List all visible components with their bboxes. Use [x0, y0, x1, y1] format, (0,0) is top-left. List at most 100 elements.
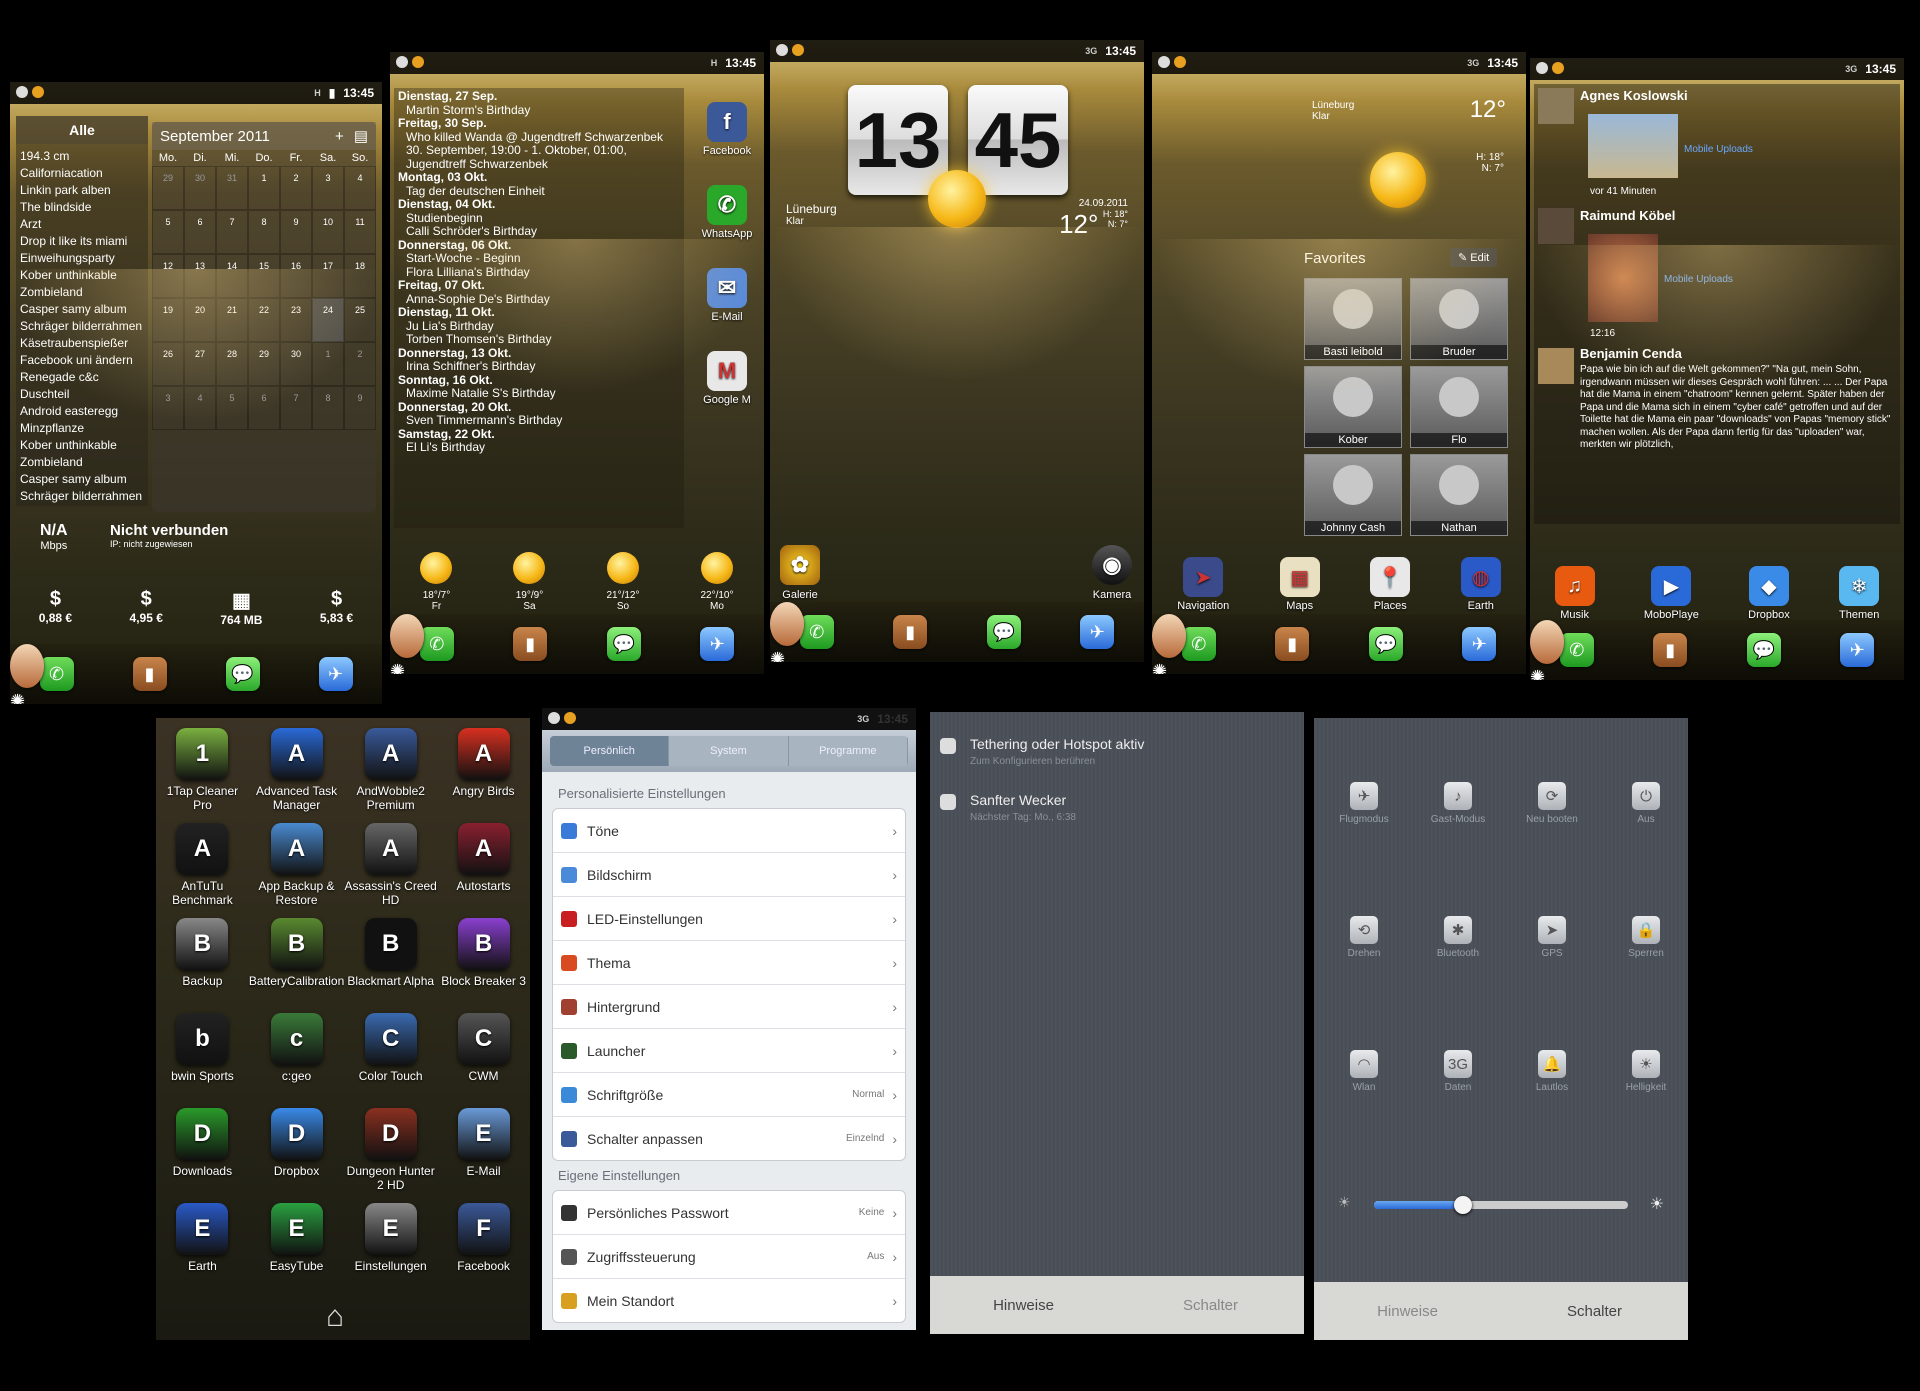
- agenda-event[interactable]: 30. September, 19:00 - 1. Oktober, 01:00…: [398, 144, 680, 158]
- app-drawer-icon[interactable]: ✺: [770, 602, 804, 662]
- settings-row[interactable]: Launcher ›: [553, 1029, 905, 1073]
- calendar-day[interactable]: 3: [152, 386, 184, 430]
- drawer-app[interactable]: C Color Touch: [344, 1013, 437, 1108]
- drawer-app[interactable]: F Facebook: [437, 1203, 530, 1298]
- app-shortcut[interactable]: ◆ Dropbox: [1748, 566, 1790, 621]
- list-item[interactable]: Casper samy album: [20, 301, 144, 318]
- agenda-event[interactable]: Martin Storm's Birthday: [398, 104, 680, 118]
- calendar-day[interactable]: 2: [280, 166, 312, 210]
- app-shortcut[interactable]: ❄ Themen: [1839, 566, 1879, 621]
- drawer-app[interactable]: B Backup: [156, 918, 249, 1013]
- tab-persoenlich[interactable]: Persönlich: [550, 736, 670, 766]
- toggle-wlan[interactable]: ◠ Wlan: [1334, 1050, 1394, 1093]
- calendar-day[interactable]: 22: [248, 298, 280, 342]
- favorite-contact[interactable]: Basti leibold: [1304, 278, 1402, 360]
- agenda-date[interactable]: Donnerstag, 06 Okt.: [398, 239, 680, 253]
- favorite-contact[interactable]: Flo: [1410, 366, 1508, 448]
- toggle-aus[interactable]: ⏻ Aus: [1616, 782, 1676, 825]
- agenda-event[interactable]: Who killed Wanda @ Jugendtreff Schwarzen…: [398, 131, 680, 145]
- app-shortcut[interactable]: M Google M: [703, 351, 751, 406]
- tab-schalter[interactable]: Schalter: [1501, 1282, 1688, 1340]
- agenda-date[interactable]: Donnerstag, 13 Okt.: [398, 347, 680, 361]
- browser-icon[interactable]: ✈: [1462, 627, 1497, 661]
- calendar-grid[interactable]: 29 30 31 1 2 3 4 5 6 7 8 9 10 11 12 13 14 15 16 17 18 19 20 21 2…: [152, 166, 376, 430]
- calendar-day[interactable]: 3: [312, 166, 344, 210]
- calendar-day[interactable]: 23: [280, 298, 312, 342]
- todo-widget[interactable]: Alle 194.3 cm Californiacation Linkin park…: [16, 116, 148, 506]
- calendar-day[interactable]: 19: [152, 298, 184, 342]
- clock-hour[interactable]: 13: [848, 85, 948, 195]
- browser-icon[interactable]: ✈: [318, 657, 353, 691]
- list-item[interactable]: Käsetraubenspießer: [20, 335, 144, 352]
- app-drawer-icon[interactable]: ✺: [1152, 614, 1186, 674]
- calendar-day[interactable]: 30: [184, 166, 216, 210]
- list-item[interactable]: Linkin park alben: [20, 182, 144, 199]
- toggle-lautlos[interactable]: 🔔 Lautlos: [1522, 1050, 1582, 1093]
- calendar-day[interactable]: 8: [312, 386, 344, 430]
- tab-schalter[interactable]: Schalter: [1117, 1276, 1304, 1334]
- calendar-widget[interactable]: September 2011 + ▤ Mo. Di. Mi. Do. Fr. Sa. So. 2…: [152, 122, 376, 512]
- list-item[interactable]: The blindside: [20, 199, 144, 216]
- list-item[interactable]: Zombieland: [20, 284, 144, 301]
- settings-row[interactable]: Bildschirm ›: [553, 853, 905, 897]
- app-shortcut[interactable]: ◍ Earth: [1460, 557, 1501, 612]
- notification-item[interactable]: Tethering oder Hotspot aktiv Zum Konfigur…: [940, 736, 1294, 767]
- calendar-day[interactable]: 5: [216, 386, 248, 430]
- clock-minute[interactable]: 45: [968, 85, 1068, 195]
- calendar-day[interactable]: 4: [184, 386, 216, 430]
- agenda-event[interactable]: Studienbeginn: [398, 212, 680, 226]
- agenda-widget[interactable]: Dienstag, 27 Sep. Martin Storm's Birthday…: [394, 88, 684, 528]
- calendar-day[interactable]: 24: [312, 298, 344, 342]
- drawer-app[interactable]: D Downloads: [156, 1108, 249, 1203]
- calendar-day[interactable]: 28: [216, 342, 248, 386]
- edit-button[interactable]: ✎ Edit: [1450, 248, 1498, 267]
- favorite-contact[interactable]: Bruder: [1410, 278, 1508, 360]
- calendar-icon[interactable]: ▤: [354, 127, 368, 145]
- calendar-day[interactable]: 27: [184, 342, 216, 386]
- toggle-helligkeit[interactable]: ☀ Helligkeit: [1616, 1050, 1676, 1093]
- toggle-neu-booten[interactable]: ⟳ Neu booten: [1522, 782, 1582, 825]
- contacts-icon[interactable]: ▮: [1275, 627, 1310, 661]
- settings-row[interactable]: Mein Standort ›: [553, 1279, 905, 1322]
- list-item[interactable]: Renegade c&c: [20, 369, 144, 386]
- list-item[interactable]: 194.3 cm: [20, 148, 144, 165]
- app-shortcut[interactable]: ✆ WhatsApp: [702, 185, 752, 240]
- list-item[interactable]: Drop it like its miami: [20, 233, 144, 250]
- list-item[interactable]: Minzpflanze: [20, 420, 144, 437]
- agenda-event[interactable]: Anna-Sophie De's Birthday: [398, 293, 680, 307]
- album-name[interactable]: Mobile Uploads: [1664, 274, 1733, 285]
- drawer-app[interactable]: C CWM: [437, 1013, 530, 1108]
- agenda-event[interactable]: El Li's Birthday: [398, 441, 680, 455]
- settings-row[interactable]: LED-Einstellungen ›: [553, 897, 905, 941]
- add-event-icon[interactable]: +: [335, 128, 344, 145]
- list-item[interactable]: Casper samy album: [20, 471, 144, 488]
- contacts-icon[interactable]: ▮: [513, 627, 548, 661]
- calendar-day[interactable]: 5: [152, 210, 184, 254]
- calendar-day[interactable]: 31: [216, 166, 248, 210]
- drawer-app[interactable]: E Earth: [156, 1203, 249, 1298]
- app-shortcut[interactable]: ♫ Musik: [1554, 566, 1595, 621]
- calendar-day[interactable]: 17: [312, 254, 344, 298]
- list-item[interactable]: Kober unthinkable: [20, 267, 144, 284]
- gallery-app[interactable]: ✿ Galerie: [780, 545, 820, 601]
- agenda-date[interactable]: Dienstag, 27 Sep.: [398, 90, 680, 104]
- list-item[interactable]: Android easteregg: [20, 403, 144, 420]
- app-shortcut[interactable]: ✉ E-Mail: [707, 268, 747, 323]
- drawer-app[interactable]: B BatteryCalibration: [249, 918, 344, 1013]
- phone-icon[interactable]: ✆: [1181, 627, 1216, 661]
- drawer-app[interactable]: E Einstellungen: [344, 1203, 437, 1298]
- tab-hinweise[interactable]: Hinweise: [930, 1276, 1117, 1334]
- browser-icon[interactable]: ✈: [1840, 633, 1875, 667]
- settings-row[interactable]: Töne ›: [553, 809, 905, 853]
- messages-icon[interactable]: 💬: [225, 657, 260, 691]
- agenda-event[interactable]: Calli Schröder's Birthday: [398, 225, 680, 239]
- calendar-day[interactable]: 1: [312, 342, 344, 386]
- calendar-day[interactable]: 20: [184, 298, 216, 342]
- calendar-day[interactable]: 29: [152, 166, 184, 210]
- calendar-day[interactable]: 7: [216, 210, 248, 254]
- list-item[interactable]: Californiacation: [20, 165, 144, 182]
- toggle-flugmodus[interactable]: ✈ Flugmodus: [1334, 782, 1394, 825]
- favorite-contact[interactable]: Kober: [1304, 366, 1402, 448]
- app-drawer-icon[interactable]: ✺: [10, 644, 44, 704]
- messages-icon[interactable]: 💬: [986, 615, 1021, 649]
